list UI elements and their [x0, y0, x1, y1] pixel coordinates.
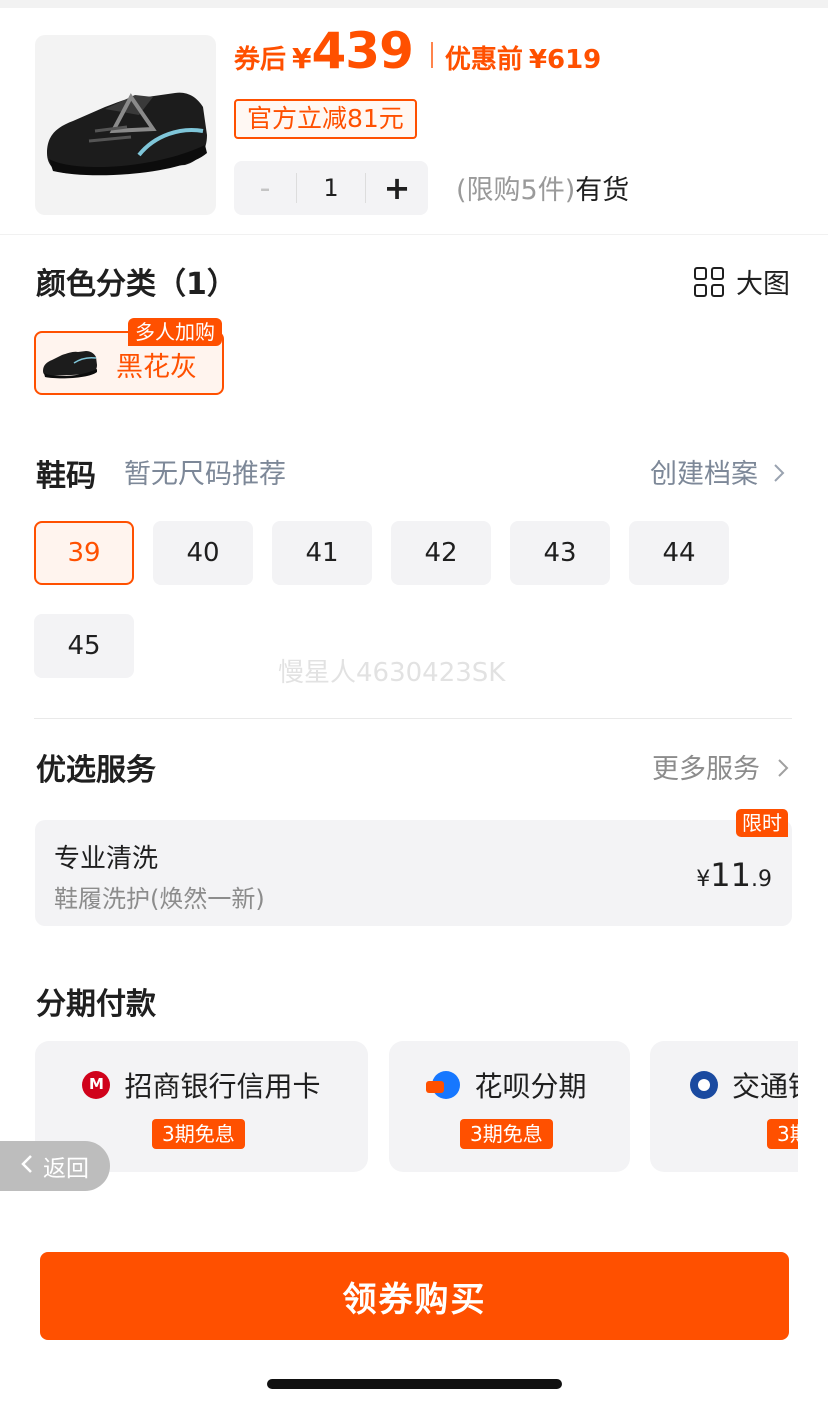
service-card-cleaning[interactable]: 专业清洗 鞋履洗护(焕然一新) ¥11.9 — [35, 820, 792, 926]
installment-option-bocom[interactable]: 交通银行信用卡 3期免息 — [650, 1041, 798, 1172]
more-services-label: 更多服务 — [652, 754, 760, 785]
grid-icon — [694, 266, 724, 297]
discount-badge: 官方立减81元 — [234, 99, 417, 139]
create-profile-link[interactable]: 创建档案 — [650, 452, 785, 491]
limited-time-tag: 限时 — [736, 809, 788, 837]
original-price: ¥619 — [528, 45, 602, 75]
top-strip — [0, 0, 828, 8]
service-section-title: 优选服务 — [36, 753, 156, 788]
currency-symbol: ¥ — [292, 42, 312, 75]
chevron-left-icon — [21, 1151, 33, 1181]
in-stock-label: 有货 — [575, 175, 630, 206]
quantity-value[interactable]: 1 — [296, 173, 366, 203]
interest-free-badge: 3期免息 — [767, 1119, 798, 1149]
original-price-label: 优惠前 — [444, 45, 523, 75]
installment-option-label: 花呗分期 — [474, 1070, 587, 1103]
stock-status: (限购5件)有货 — [456, 168, 629, 207]
product-thumbnail[interactable] — [35, 35, 216, 215]
size-option-39[interactable]: 39 — [34, 521, 134, 585]
size-recommendation-hint: 暂无尺码推荐 — [124, 459, 286, 490]
size-option-44[interactable]: 44 — [629, 521, 729, 585]
size-option-45[interactable]: 45 — [34, 614, 134, 678]
price-separator — [430, 42, 433, 68]
price-row: 券后 ¥ 439 优惠前 ¥619 — [234, 22, 601, 82]
installment-option-label: 交通银行信用卡 — [732, 1070, 798, 1103]
divider — [0, 234, 828, 235]
color-option-label: 黑花灰 — [116, 352, 197, 383]
color-thumbnail — [43, 351, 97, 379]
coupon-price: 439 — [311, 22, 414, 80]
chevron-right-icon — [777, 754, 789, 785]
size-option-42[interactable]: 42 — [391, 521, 491, 585]
decrement-button[interactable]: - — [234, 171, 296, 206]
increment-button[interactable]: + — [366, 169, 428, 207]
installment-option-label: 招商银行信用卡 — [124, 1070, 321, 1103]
watermark: 慢星人4630423SK — [278, 658, 506, 688]
installment-section-title: 分期付款 — [36, 987, 156, 1022]
claim-coupon-buy-button[interactable]: 领券购买 — [40, 1252, 789, 1340]
installment-option-huabei[interactable]: 花呗分期 3期免息 — [389, 1041, 630, 1172]
size-option-43[interactable]: 43 — [510, 521, 610, 585]
size-option-40[interactable]: 40 — [153, 521, 253, 585]
bocom-bank-icon — [690, 1071, 718, 1099]
size-section-title: 鞋码 — [36, 459, 96, 494]
service-name: 专业清洗 — [54, 844, 159, 874]
big-image-label: 大图 — [736, 269, 790, 300]
service-price-decimal: .9 — [751, 867, 772, 892]
service-description: 鞋履洗护(焕然一新) — [54, 885, 265, 913]
service-price-currency: ¥ — [696, 867, 711, 892]
back-label: 返回 — [43, 1156, 89, 1182]
cmb-bank-icon — [82, 1071, 111, 1099]
purchase-limit: (限购5件) — [456, 175, 576, 206]
big-image-toggle[interactable]: 大图 — [694, 262, 790, 301]
chevron-right-icon — [773, 459, 785, 490]
size-option-41[interactable]: 41 — [272, 521, 372, 585]
interest-free-badge: 3期免息 — [460, 1119, 553, 1149]
more-services-link[interactable]: 更多服务 — [652, 747, 789, 786]
create-profile-label: 创建档案 — [650, 459, 758, 490]
interest-free-badge: 3期免息 — [152, 1119, 245, 1149]
huabei-icon — [426, 1071, 461, 1099]
home-indicator[interactable] — [267, 1379, 562, 1389]
service-price: ¥11.9 — [696, 856, 772, 894]
popular-tag: 多人加购 — [128, 318, 222, 346]
after-coupon-label: 券后 — [234, 45, 287, 75]
quantity-stepper: - 1 + — [234, 161, 428, 215]
installment-options-scroller[interactable]: 招商银行信用卡 3期免息 花呗分期 3期免息 交通银行信用卡 3期免息 — [35, 1041, 798, 1173]
back-button[interactable]: 返回 — [0, 1141, 110, 1191]
section-divider — [34, 718, 792, 719]
shoe-image — [47, 92, 207, 176]
color-section-title: 颜色分类（1） — [36, 267, 237, 302]
service-price-integer: 11 — [710, 856, 751, 894]
